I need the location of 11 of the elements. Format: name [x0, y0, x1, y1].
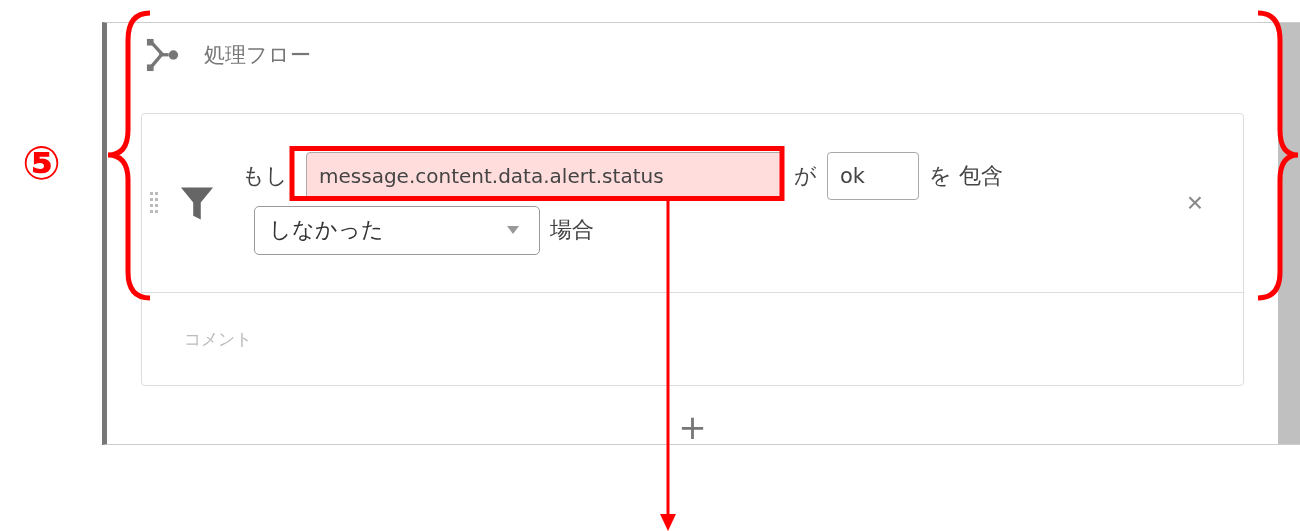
annotation-number: ⑤	[22, 140, 61, 186]
close-button[interactable]: ×	[1186, 187, 1203, 219]
panel-title: 処理フロー	[204, 42, 311, 69]
add-button[interactable]: +	[678, 410, 707, 444]
condition-text: が	[794, 161, 817, 190]
value-field[interactable]: ok	[827, 151, 919, 200]
comment-field[interactable]: コメント	[182, 328, 486, 350]
condition-text: もし	[242, 161, 288, 190]
negation-dropdown[interactable]: しなかった	[254, 205, 540, 255]
condition-text: 場合	[550, 216, 594, 244]
condition-text: を 包含	[929, 161, 1003, 190]
